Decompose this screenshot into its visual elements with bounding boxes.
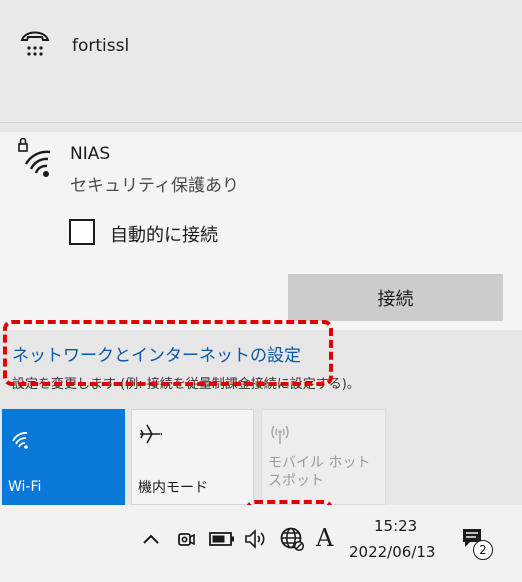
network-name: fortissl xyxy=(72,36,130,56)
quick-action-label: モバイル ホットスポット xyxy=(268,455,371,489)
highlight-network-settings xyxy=(3,320,333,386)
ime-mode-indicator[interactable]: A xyxy=(316,524,333,552)
battery-icon[interactable] xyxy=(208,527,236,551)
network-security-status: セキュリティ保護あり xyxy=(70,176,239,196)
camera-icon[interactable] xyxy=(174,527,198,551)
network-globe-icon[interactable] xyxy=(277,525,307,553)
auto-connect-checkbox[interactable] xyxy=(69,219,95,245)
dialup-network-icon xyxy=(20,28,50,66)
chevron-up-icon[interactable] xyxy=(140,527,162,551)
quick-action-airplane-mode[interactable]: 機内モード xyxy=(131,409,254,505)
auto-connect-label: 自動的に接続 xyxy=(110,225,218,246)
airplane-icon xyxy=(138,422,164,450)
connect-button[interactable]: 接続 xyxy=(288,274,503,321)
network-name: NIAS xyxy=(70,144,111,164)
network-flyout: fortissl NIAS セキュリティ保護あり 自動的に接続 接続 ネットワー… xyxy=(0,0,522,580)
clock-date[interactable]: 2022/06/13 xyxy=(349,543,435,561)
quick-action-wifi[interactable]: Wi-Fi xyxy=(2,409,125,505)
wifi-secured-icon xyxy=(16,137,56,184)
hotspot-icon xyxy=(267,422,293,450)
clock-time[interactable]: 15:23 xyxy=(374,517,417,535)
notification-count-badge: 2 xyxy=(473,540,493,560)
wifi-icon xyxy=(11,429,33,453)
quick-action-label: Wi-Fi xyxy=(8,479,42,495)
network-item-fortissl[interactable]: fortissl xyxy=(0,0,522,123)
quick-action-label: 機内モード xyxy=(138,480,208,496)
speaker-icon[interactable] xyxy=(242,527,270,551)
quick-action-mobile-hotspot[interactable]: モバイル ホットスポット xyxy=(261,409,386,505)
